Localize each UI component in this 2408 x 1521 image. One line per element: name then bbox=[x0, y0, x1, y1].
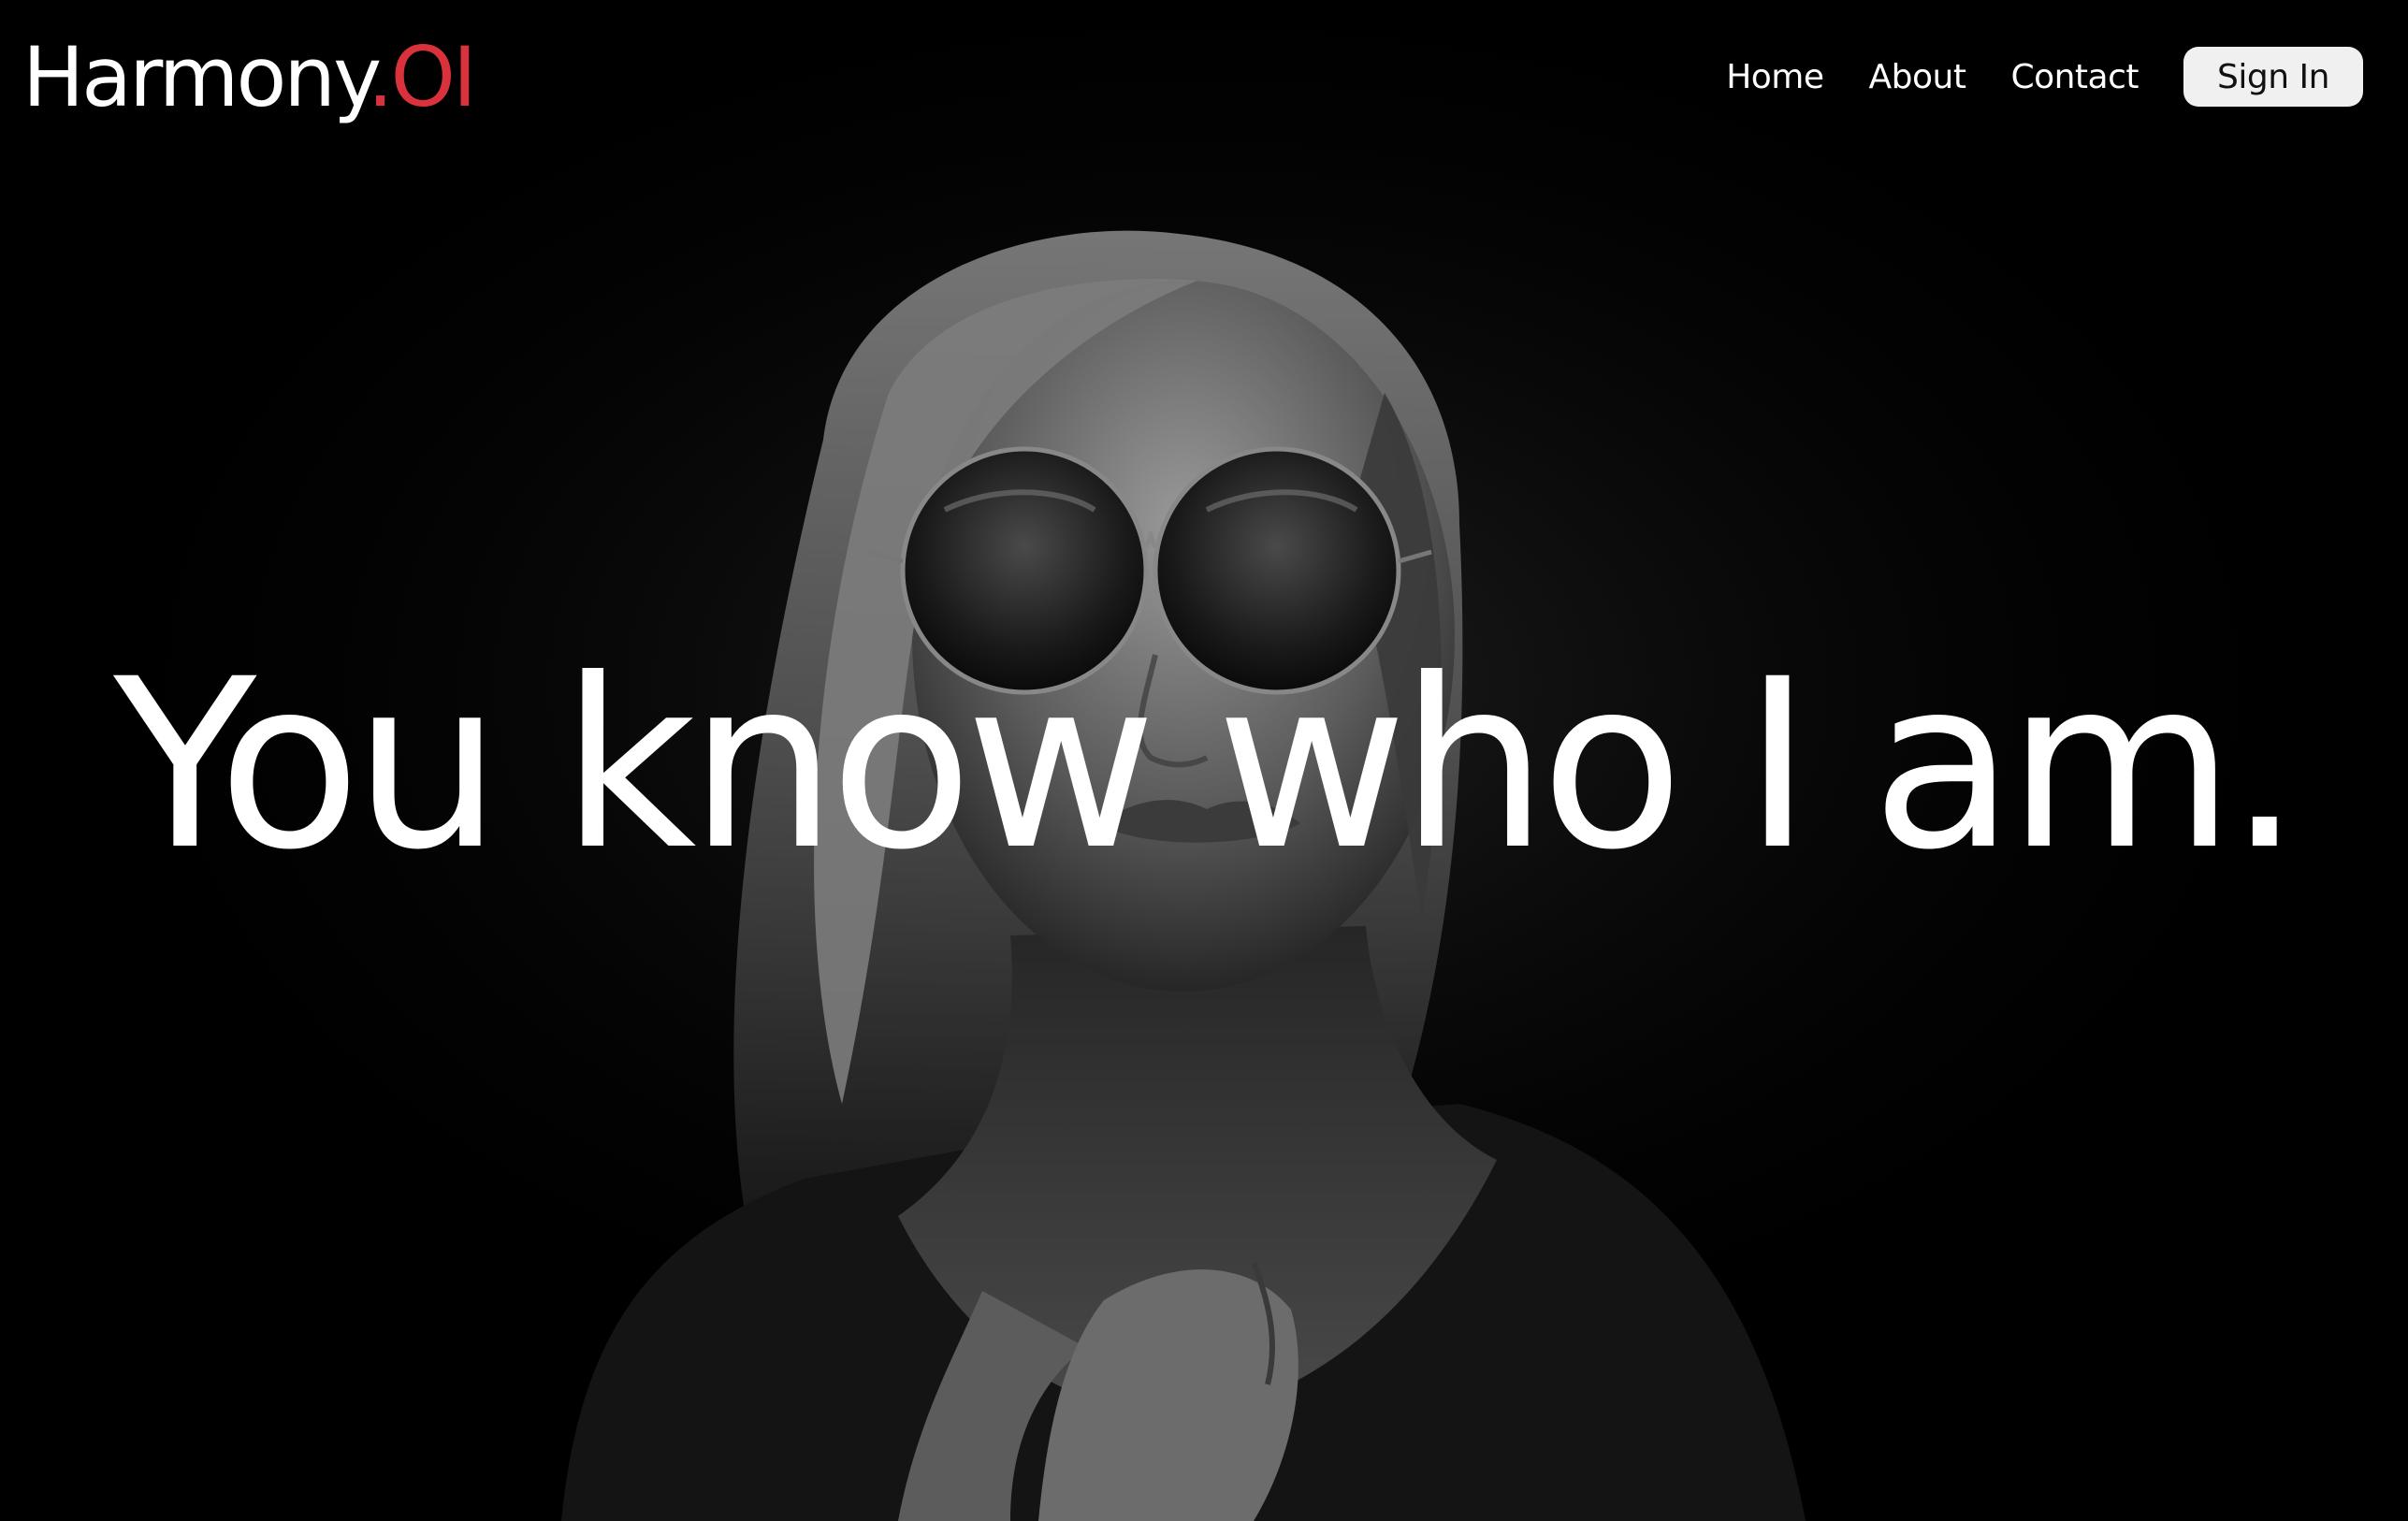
nav-about-link[interactable]: About bbox=[1869, 58, 1966, 96]
nav-home-link[interactable]: Home bbox=[1726, 58, 1824, 96]
nav-contact-link[interactable]: Contact bbox=[2010, 58, 2139, 96]
hero-headline: You know who I am. bbox=[113, 629, 2301, 901]
brand-suffix: .OI bbox=[367, 29, 477, 125]
brand-name: Harmony bbox=[22, 29, 370, 125]
brand-logo[interactable]: Harmony.OI bbox=[22, 26, 477, 129]
sign-in-button[interactable]: Sign In bbox=[2183, 47, 2363, 107]
landing-page: Harmony.OI Home About Contact Sign In Yo… bbox=[0, 0, 2408, 1521]
main-nav: Home About Contact Sign In bbox=[1726, 47, 2363, 107]
